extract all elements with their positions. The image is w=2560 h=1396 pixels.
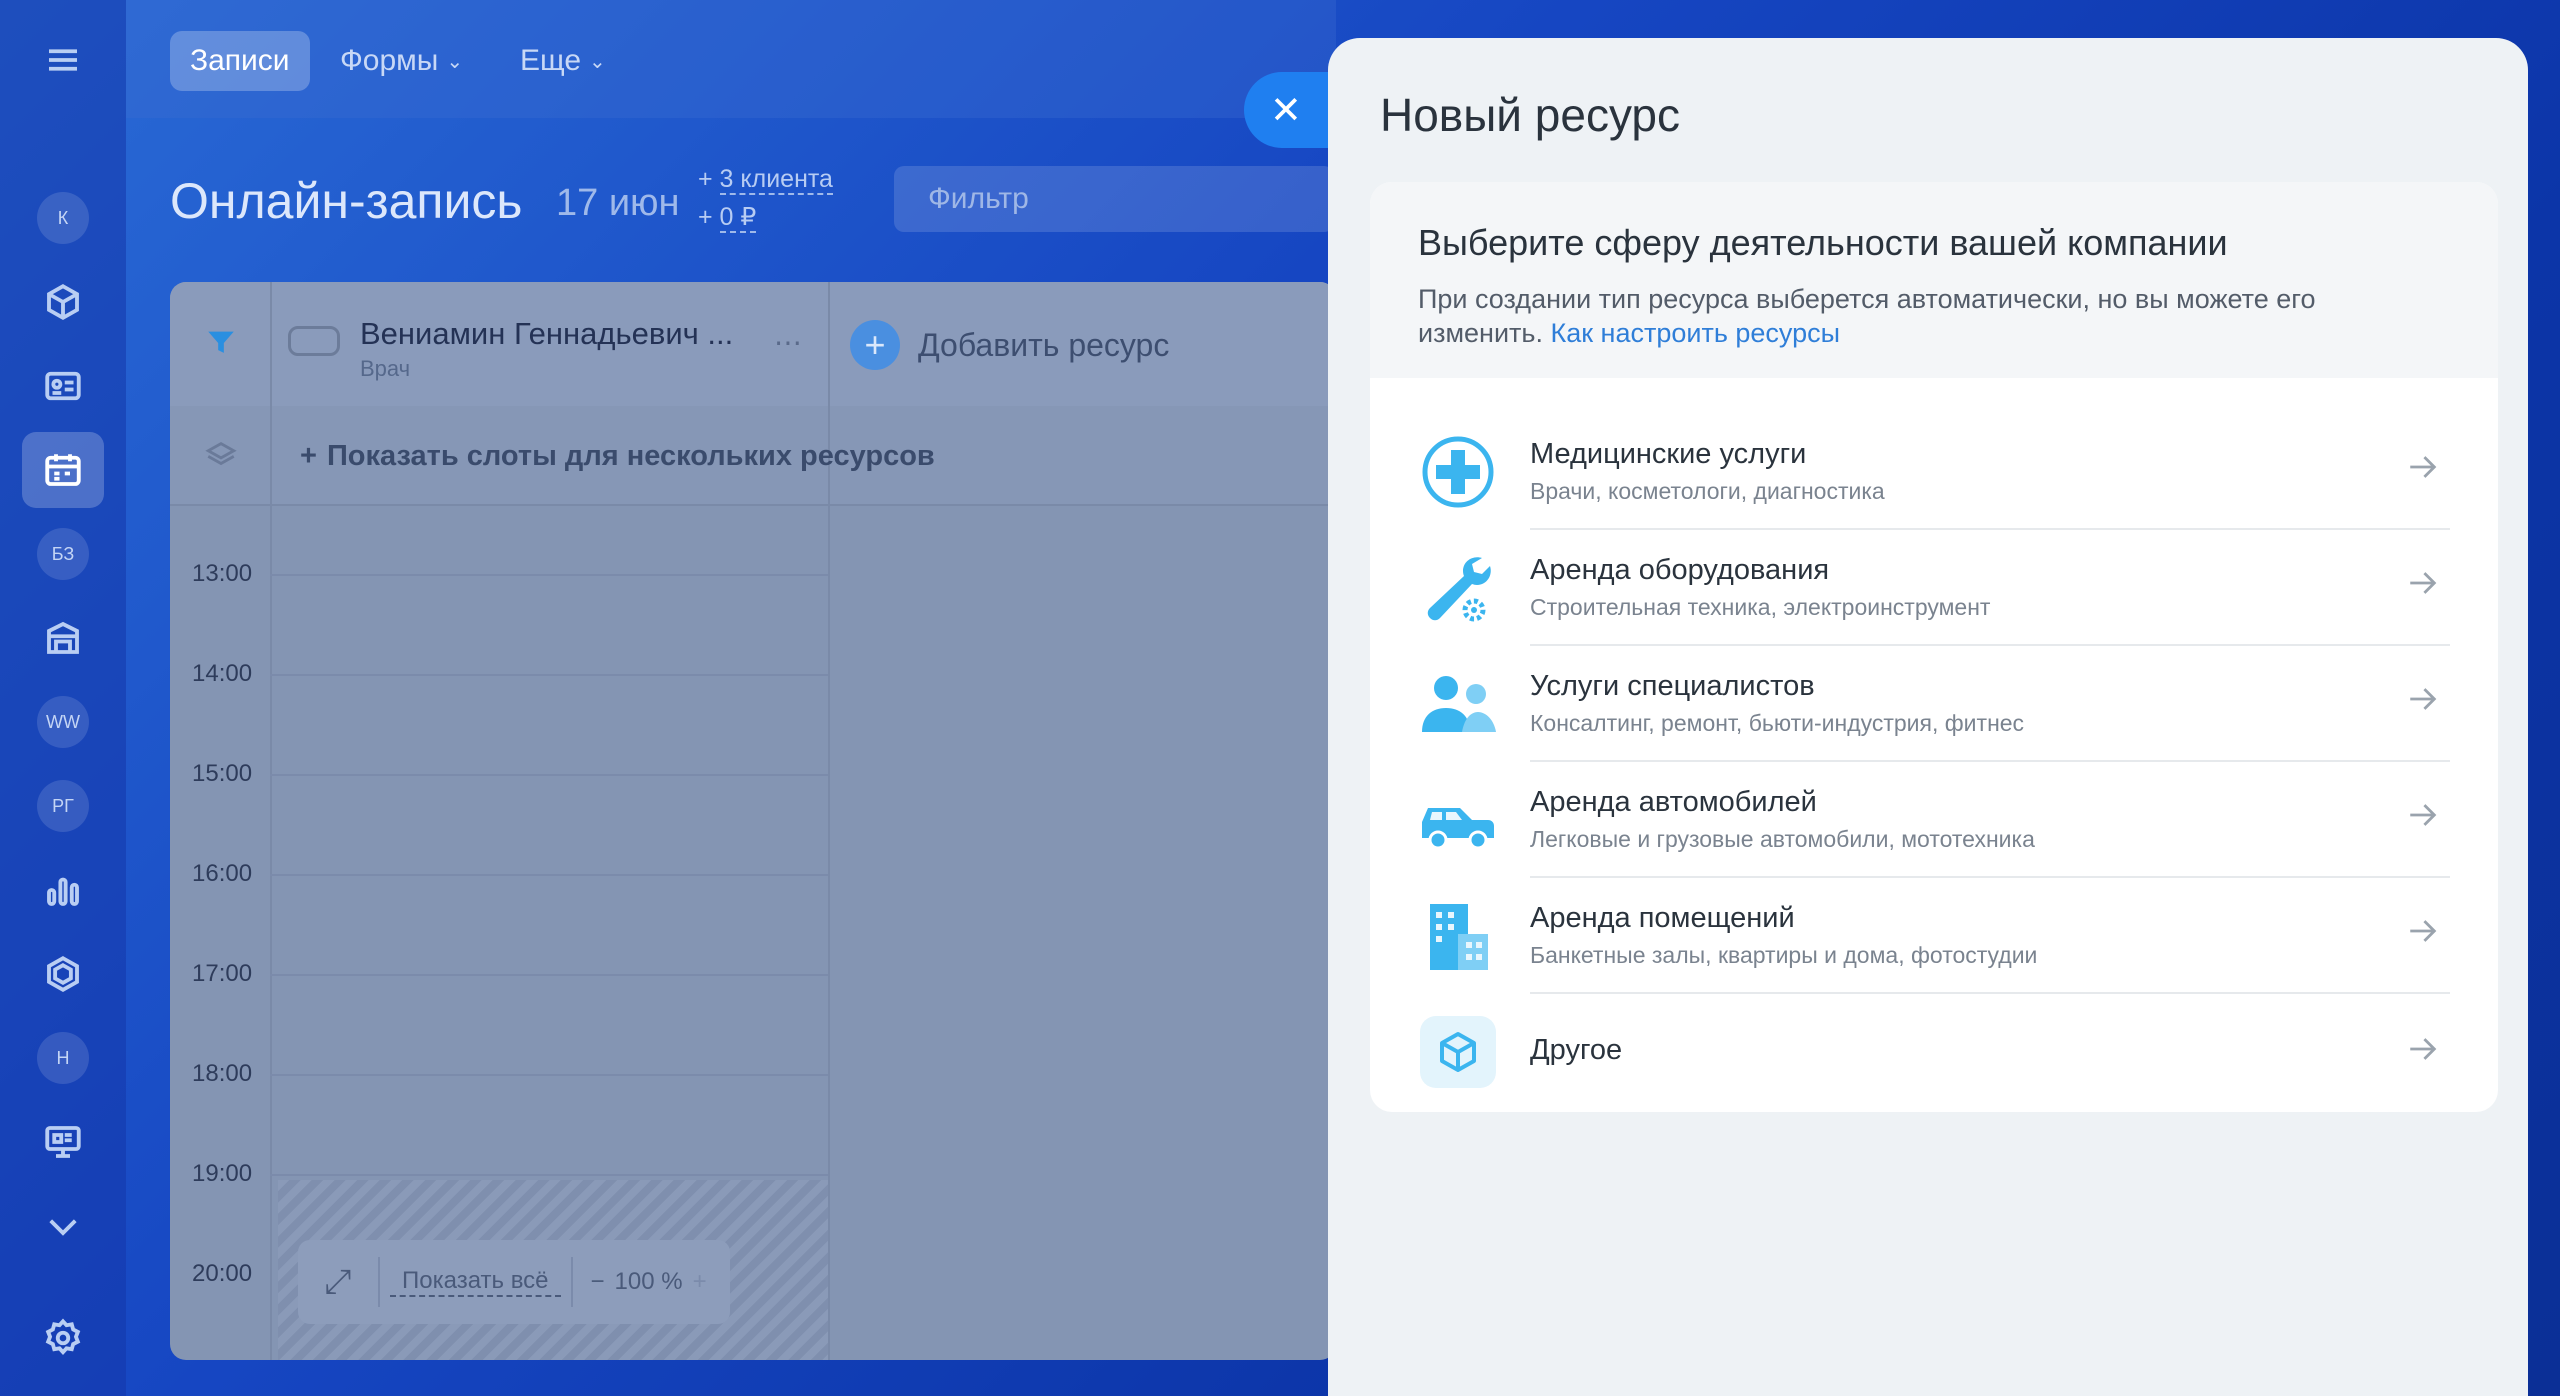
- sidebar-item-ww[interactable]: WW: [22, 684, 104, 760]
- add-resource-button[interactable]: + Добавить ресурс: [850, 320, 1169, 370]
- zoom-level: 100 %: [614, 1268, 683, 1295]
- sphere-selection-card: Выберите сферу деятельности вашей компан…: [1370, 182, 2498, 1112]
- hour-label: 19:00: [192, 1160, 253, 1187]
- zoom-in-button[interactable]: +: [683, 1268, 717, 1296]
- page-date: 17 июн: [556, 182, 680, 224]
- clients-count[interactable]: 3 клиента: [719, 165, 833, 195]
- tab-more[interactable]: Еще ⌄: [500, 31, 626, 91]
- arrow-right-icon: [2410, 1038, 2437, 1060]
- sidebar-item-k[interactable]: К: [22, 180, 104, 256]
- close-panel-button[interactable]: ✕: [1244, 72, 1334, 148]
- show-slots-button[interactable]: + Показать слоты для нескольких ресурсов: [300, 440, 935, 473]
- analytics-icon[interactable]: [22, 852, 104, 928]
- sphere-item-other[interactable]: Другое: [1418, 994, 2450, 1110]
- store-icon[interactable]: [22, 600, 104, 676]
- sphere-item-cars[interactable]: Аренда автомобилей Легковые и грузовые а…: [1418, 762, 2450, 878]
- show-all-button[interactable]: Показать всё: [390, 1267, 561, 1297]
- hour-label: 20:00: [192, 1260, 253, 1287]
- hour-line: [270, 1174, 828, 1176]
- funnel-icon[interactable]: [204, 326, 238, 360]
- card-heading: Выберите сферу деятельности вашей компан…: [1418, 222, 2228, 263]
- zoom-out-button[interactable]: −: [573, 1268, 615, 1296]
- arrow-right-icon: [2410, 456, 2437, 478]
- close-icon: ✕: [1270, 89, 1302, 132]
- presentation-icon[interactable]: [22, 1104, 104, 1180]
- hour-line: [270, 774, 828, 776]
- hour-line: [270, 874, 828, 876]
- chevron-down-icon[interactable]: [22, 1188, 104, 1264]
- layers-icon[interactable]: [204, 438, 238, 472]
- sidebar-item-kb[interactable]: БЗ: [22, 516, 104, 592]
- resource-name[interactable]: Вениамин Геннадьевич ...: [360, 316, 733, 352]
- building-icon: [1418, 898, 1498, 974]
- calendar-booking-icon[interactable]: [22, 432, 104, 508]
- medical-cross-icon: [1418, 434, 1498, 510]
- hour-line: [270, 574, 828, 576]
- how-to-configure-link[interactable]: Как настроить ресурсы: [1550, 318, 1840, 348]
- contacts-icon[interactable]: [22, 348, 104, 424]
- menu-icon[interactable]: [22, 22, 104, 98]
- tab-records[interactable]: Записи: [170, 31, 310, 91]
- hour-label: 17:00: [192, 960, 253, 987]
- new-resource-panel: Новый ресурс Выберите сферу деятельности…: [1328, 38, 2528, 1396]
- left-sidebar: К БЗ WW РГ Н: [0, 0, 126, 1396]
- chevron-down-icon: ⌄: [589, 50, 606, 73]
- resource-role: Врач: [360, 356, 411, 381]
- arrow-right-icon: [2410, 688, 2437, 710]
- panel-title: Новый ресурс: [1380, 89, 1681, 141]
- hexagon-icon[interactable]: [22, 936, 104, 1012]
- card-description: При создании тип ресурса выберется автом…: [1418, 284, 2316, 348]
- hour-line: [270, 674, 828, 676]
- wrench-gear-icon: [1418, 550, 1498, 626]
- sphere-item-equipment[interactable]: Аренда оборудования Строительная техника…: [1418, 530, 2450, 646]
- hour-line: [270, 1074, 828, 1076]
- top-bar: Записи Формы ⌄ Еще ⌄: [126, 0, 1336, 118]
- arrow-right-icon: [2410, 572, 2437, 594]
- page-title: Онлайн-запись: [170, 173, 523, 229]
- page-stats: + 3 клиента + 0 ₽: [698, 165, 833, 233]
- cube-icon[interactable]: [22, 264, 104, 340]
- calendar-view: Вениамин Геннадьевич ... Врач ⋯ + Добави…: [170, 282, 1336, 1360]
- sphere-item-specialists[interactable]: Услуги специалистов Консалтинг, ремонт, …: [1418, 646, 2450, 762]
- money-total[interactable]: 0 ₽: [719, 203, 757, 233]
- filter-input[interactable]: Фильтр: [894, 166, 1334, 232]
- zoom-controls: ⤢ Показать всё − 100 % +: [298, 1240, 730, 1324]
- hour-line: [270, 974, 828, 976]
- box-icon: [1418, 1014, 1498, 1090]
- settings-gear-icon[interactable]: [22, 1300, 104, 1376]
- more-dots-icon[interactable]: ⋯: [774, 326, 802, 359]
- sidebar-item-n[interactable]: Н: [22, 1020, 104, 1096]
- hour-label: 18:00: [192, 1060, 253, 1087]
- hour-label: 16:00: [192, 860, 253, 887]
- plus-circle-icon: +: [850, 320, 900, 370]
- arrow-right-icon: [2410, 920, 2437, 942]
- arrow-right-icon: [2410, 804, 2437, 826]
- expand-icon[interactable]: ⤢: [298, 1263, 378, 1302]
- sidebar-item-rg[interactable]: РГ: [22, 768, 104, 844]
- card-header: Выберите сферу деятельности вашей компан…: [1370, 182, 2498, 378]
- hour-label: 15:00: [192, 760, 253, 787]
- chevron-down-icon: ⌄: [446, 50, 464, 73]
- sphere-item-medical[interactable]: Медицинские услуги Врачи, косметологи, д…: [1418, 414, 2450, 530]
- car-icon: [1418, 782, 1498, 858]
- hour-label: 13:00: [192, 560, 253, 587]
- tab-forms[interactable]: Формы ⌄: [320, 31, 483, 91]
- sphere-item-premises[interactable]: Аренда помещений Банкетные залы, квартир…: [1418, 878, 2450, 994]
- people-icon: [1418, 666, 1498, 742]
- resource-avatar-icon: [288, 326, 340, 356]
- hour-label: 14:00: [192, 660, 253, 687]
